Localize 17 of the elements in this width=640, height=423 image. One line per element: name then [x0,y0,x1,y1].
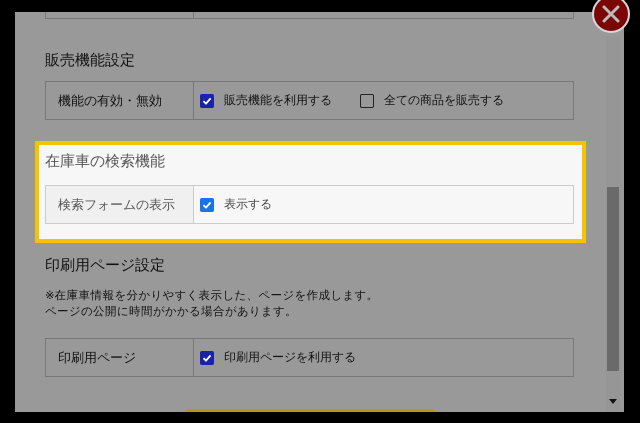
checkbox-label[interactable]: 表示する [224,196,272,213]
close-icon [602,5,620,23]
section-heading: 販売機能設定 [45,50,136,71]
section-heading: 在庫車の検索機能 [45,151,166,172]
row-label: 検索フォームの表示 [46,186,194,223]
checkbox-label[interactable]: 全ての商品を販売する [384,92,504,109]
checkbox[interactable] [200,198,214,212]
scroll-down-icon[interactable] [609,399,617,404]
close-button[interactable] [592,0,630,33]
checkbox[interactable] [200,350,214,364]
note-text: ※在庫車情報を分かりやすく表示した、ページを作成します。 [45,287,380,303]
section-heading: 印刷用ページ設定 [45,255,166,276]
checkbox[interactable] [360,94,374,108]
checkbox-label[interactable]: 販売機能を利用する [224,92,332,109]
note-text: ページの公開に時間がかかる場合があります。 [45,303,298,319]
checkbox[interactable] [200,94,214,108]
checkbox-label[interactable]: 印刷用ページを利用する [224,349,356,366]
